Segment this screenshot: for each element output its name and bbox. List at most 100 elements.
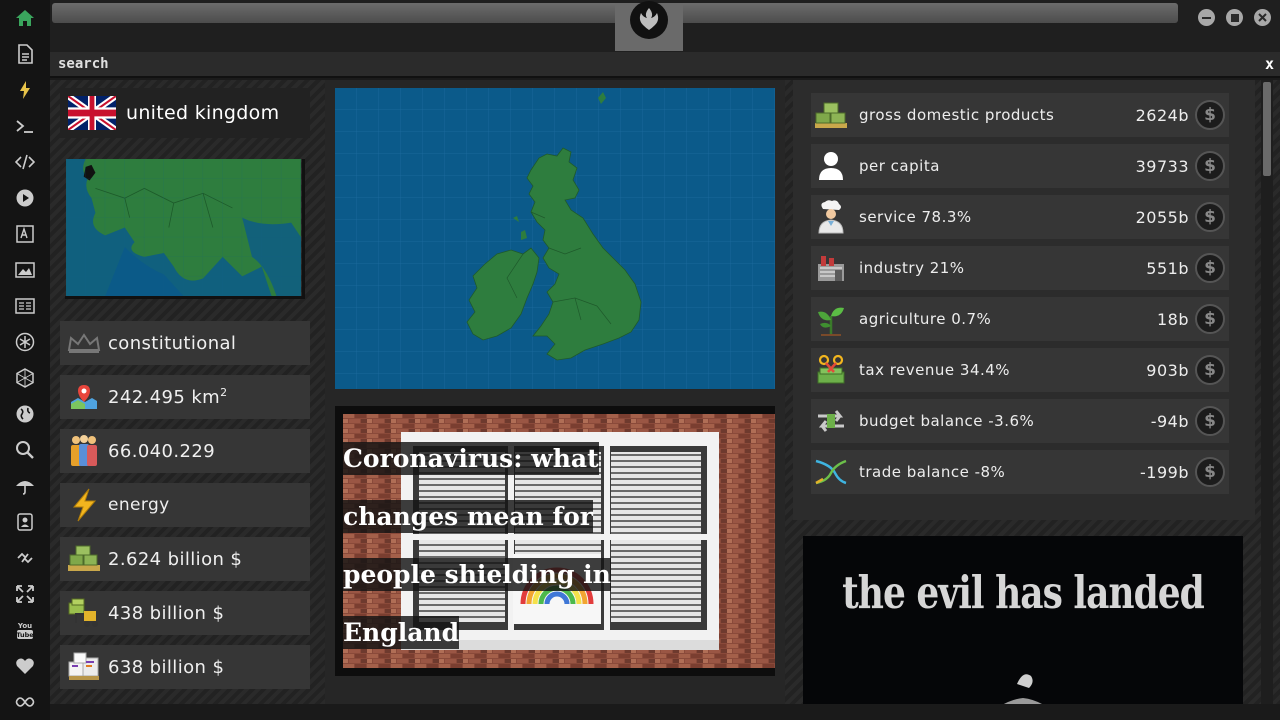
gdp-summary-row[interactable]: 2.624 billion $ — [60, 537, 310, 581]
poster-title: the evil has landed — [842, 566, 1205, 620]
government-type-row[interactable]: constitutional — [60, 321, 310, 365]
economy-row-industry[interactable]: industry 21% 551b $ — [811, 246, 1229, 290]
area-text: 242.495 km — [108, 387, 221, 408]
energy-label: energy — [108, 495, 170, 515]
economy-value: 18b — [1156, 309, 1189, 329]
contact-icon[interactable] — [11, 508, 39, 536]
money-pallet-icon — [811, 95, 851, 135]
economy-row-service[interactable]: service 78.3% 2055b $ — [811, 195, 1229, 239]
person-icon — [811, 146, 851, 186]
energy-row[interactable]: energy — [60, 483, 310, 527]
news-headline-text: Coronavirus: what changes mean for peopl… — [343, 442, 611, 649]
heart-icon[interactable] — [11, 652, 39, 680]
link-icon[interactable] — [11, 544, 39, 572]
globe-icon[interactable] — [11, 400, 39, 428]
area-value: 242.495 km2 — [108, 386, 228, 408]
population-row[interactable]: 66.040.229 — [60, 429, 310, 473]
imports-row[interactable]: 438 billion $ — [60, 591, 310, 635]
economy-row-gdp[interactable]: gross domestic products 2624b $ — [811, 93, 1229, 137]
youtube-icon[interactable]: You Tube — [11, 616, 39, 644]
government-type: constitutional — [108, 332, 237, 354]
country-summary-column: united kingdom constitutional 242.495 km… — [50, 80, 320, 720]
tax-scissors-icon — [811, 350, 851, 390]
poster-card[interactable]: the evil has landed — [803, 536, 1243, 720]
balance-arrows-icon — [811, 401, 851, 441]
sidebar: You Tube — [0, 0, 50, 720]
play-icon[interactable] — [11, 184, 39, 212]
country-card[interactable]: united kingdom — [60, 88, 310, 138]
search-label: search — [58, 56, 109, 72]
economy-row-budget-balance[interactable]: budget balance -3.6% -94b $ — [811, 399, 1229, 443]
economy-label: industry 21% — [859, 259, 965, 277]
economy-value: 39733 — [1135, 156, 1189, 176]
population: 66.040.229 — [108, 440, 216, 462]
area-row[interactable]: 242.495 km2 — [60, 375, 310, 419]
dollar-icon[interactable]: $ — [1195, 304, 1225, 334]
news-card[interactable]: Coronavirus: what changes mean for peopl… — [335, 406, 775, 676]
search-close-button[interactable]: x — [1265, 55, 1274, 73]
economy-value: -199b — [1140, 462, 1189, 482]
imports-value: 438 billion $ — [108, 602, 225, 624]
translate-icon[interactable] — [11, 220, 39, 248]
document-icon[interactable] — [11, 40, 39, 68]
boxes-icon — [64, 647, 104, 687]
search-icon[interactable] — [11, 436, 39, 464]
dollar-icon[interactable]: $ — [1195, 355, 1225, 385]
hexagon-icon[interactable] — [11, 364, 39, 392]
main-content: united kingdom constitutional 242.495 km… — [50, 80, 1280, 720]
terminal-icon[interactable] — [11, 112, 39, 140]
exports-value: 638 billion $ — [108, 656, 225, 678]
economy-row-per-capita[interactable]: per capita 39733 $ — [811, 144, 1229, 188]
gdp-summary: 2.624 billion $ — [108, 548, 243, 570]
close-window-button[interactable] — [1254, 9, 1271, 26]
economy-row-tax-revenue[interactable]: tax revenue 34.4% 903b $ — [811, 348, 1229, 392]
economy-column: gross domestic products 2624b $ per capi… — [793, 80, 1280, 720]
population-icon — [64, 431, 104, 471]
umbrella-icon[interactable] — [11, 472, 39, 500]
exports-row[interactable]: 638 billion $ — [60, 645, 310, 689]
factory-icon — [811, 248, 851, 288]
trade-cross-icon — [811, 452, 851, 492]
logo-tab[interactable] — [615, 1, 683, 51]
region-minimap[interactable] — [65, 159, 305, 299]
title-bar — [50, 0, 1280, 52]
dollar-icon[interactable]: $ — [1195, 202, 1225, 232]
newspaper-icon[interactable] — [11, 292, 39, 320]
dollar-icon[interactable]: $ — [1195, 253, 1225, 283]
minimize-button[interactable] — [1198, 9, 1215, 26]
dollar-icon[interactable]: $ — [1195, 406, 1225, 436]
economy-label: tax revenue 34.4% — [859, 361, 1011, 379]
plant-icon — [811, 299, 851, 339]
maximize-button[interactable] — [1226, 9, 1243, 26]
dollar-icon[interactable]: $ — [1195, 151, 1225, 181]
news-headline[interactable]: Coronavirus: what changes mean for peopl… — [343, 430, 693, 662]
image-icon[interactable] — [11, 256, 39, 284]
dollar-icon[interactable]: $ — [1195, 100, 1225, 130]
area-unit-exponent: 2 — [220, 386, 228, 399]
economy-label: service 78.3% — [859, 208, 972, 226]
lightning-icon[interactable] — [11, 76, 39, 104]
code-icon[interactable] — [11, 148, 39, 176]
economy-label: trade balance -8% — [859, 463, 1006, 481]
economy-row-trade-balance[interactable]: trade balance -8% -199b $ — [811, 450, 1229, 494]
uk-flag-icon — [68, 96, 116, 130]
scrollbar-thumb[interactable] — [1263, 82, 1271, 176]
expand-icon[interactable] — [11, 580, 39, 608]
svg-text:You: You — [17, 622, 32, 630]
map-news-column: Coronavirus: what changes mean for peopl… — [325, 80, 785, 720]
search-bar[interactable]: search x — [50, 52, 1280, 78]
chef-icon — [811, 197, 851, 237]
infinity-icon[interactable] — [11, 688, 39, 716]
economy-label: per capita — [859, 157, 940, 175]
energy-icon — [64, 485, 104, 525]
dollar-icon[interactable]: $ — [1195, 457, 1225, 487]
economy-value: 551b — [1146, 258, 1189, 278]
economy-row-agriculture[interactable]: agriculture 0.7% 18b $ — [811, 297, 1229, 341]
country-map[interactable] — [335, 88, 775, 389]
economy-value: 2624b — [1135, 105, 1189, 125]
asterisk-icon[interactable] — [11, 328, 39, 356]
economy-scrollbar[interactable] — [1261, 80, 1273, 720]
home-icon[interactable] — [11, 4, 39, 32]
economy-value: 2055b — [1135, 207, 1189, 227]
rebel-alliance-logo-icon — [630, 1, 668, 39]
